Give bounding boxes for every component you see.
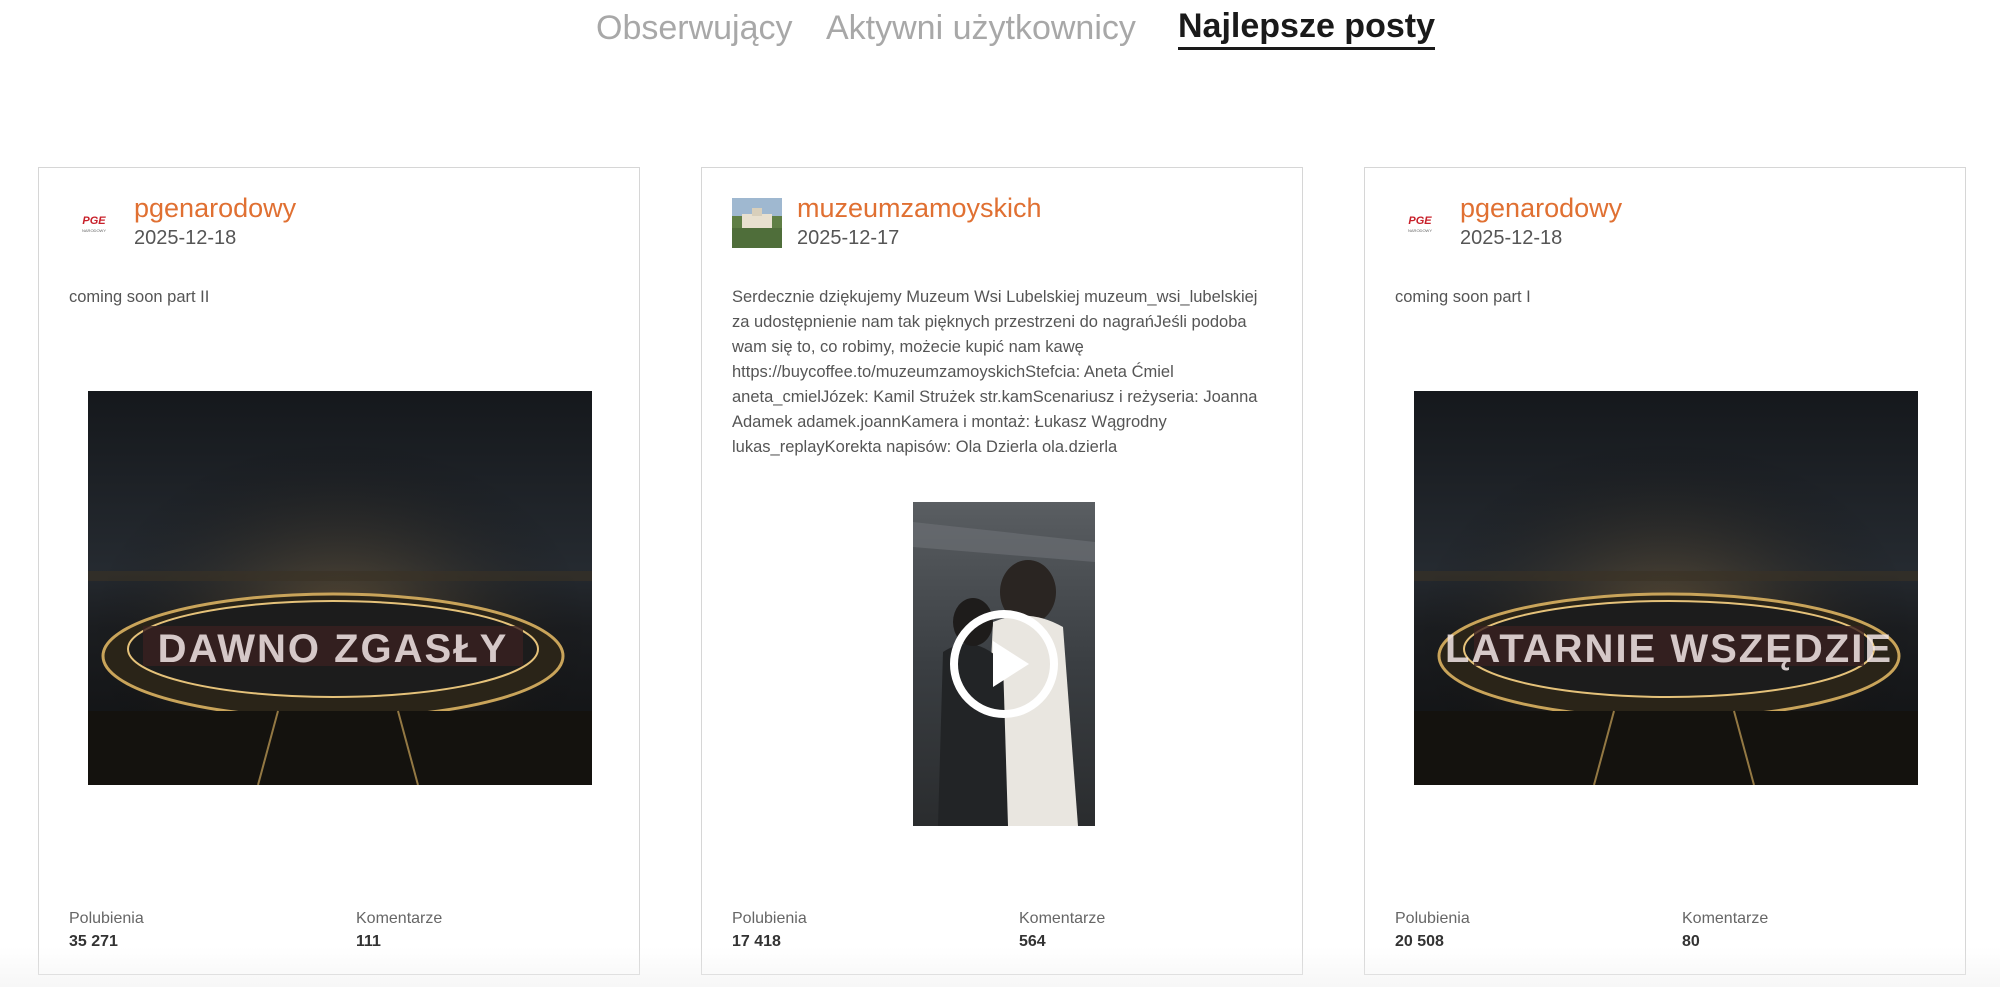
likes-label: Polubienia <box>1395 910 1470 927</box>
play-icon <box>950 610 1058 718</box>
comments-stat: Komentarze 111 <box>356 908 442 954</box>
post-author[interactable]: pgenarodowy <box>134 192 296 224</box>
svg-text:DAWNO ZGASŁY: DAWNO ZGASŁY <box>158 627 509 671</box>
post-date: 2025-12-17 <box>797 227 900 249</box>
play-button[interactable] <box>949 609 1059 719</box>
tab-active-users[interactable]: Aktywni użytkownicy <box>826 6 1136 50</box>
tab-top-posts[interactable]: Najlepsze posty <box>1178 6 1435 50</box>
comments-count: 80 <box>1682 933 1700 950</box>
svg-text:PGE: PGE <box>82 215 106 227</box>
likes-stat: Polubienia 17 418 <box>732 908 807 954</box>
comments-label: Komentarze <box>1682 910 1769 927</box>
tab-following[interactable]: Obserwujący <box>596 6 793 50</box>
svg-text:NARODOWY: NARODOWY <box>82 228 106 233</box>
comments-label: Komentarze <box>1019 910 1106 927</box>
post-card[interactable]: PGE NARODOWY pgenarodowy 2025-12-18 comi… <box>1364 167 1966 975</box>
likes-label: Polubienia <box>69 910 144 927</box>
post-card[interactable]: muzeumzamoyskich 2025-12-17 Serdecznie d… <box>701 167 1303 975</box>
comments-count: 111 <box>356 933 381 950</box>
svg-text:NARODOWY: NARODOWY <box>1408 228 1432 233</box>
likes-label: Polubienia <box>732 910 807 927</box>
post-description: coming soon part II <box>69 288 210 306</box>
comments-count: 564 <box>1019 933 1046 950</box>
likes-stat: Polubienia 35 271 <box>69 908 144 954</box>
comments-label: Komentarze <box>356 910 443 927</box>
post-description: Serdecznie dziękujemy Muzeum Wsi Lubelsk… <box>732 288 1258 456</box>
tab-bar: Obserwujący Aktywni użytkownicy Najlepsz… <box>0 6 2000 56</box>
post-video[interactable] <box>913 502 1095 826</box>
avatar[interactable]: PGE NARODOWY <box>69 198 119 248</box>
svg-text:LATARNIE WSZĘDZIE: LATARNIE WSZĘDZIE <box>1445 627 1893 671</box>
likes-count: 35 271 <box>69 933 118 950</box>
post-image[interactable]: DAWNO ZGASŁY <box>88 391 592 785</box>
likes-count: 20 508 <box>1395 933 1444 950</box>
likes-count: 17 418 <box>732 933 781 950</box>
comments-stat: Komentarze 564 <box>1019 908 1105 954</box>
svg-text:PGE: PGE <box>1408 215 1432 227</box>
post-author[interactable]: pgenarodowy <box>1460 192 1622 224</box>
comments-stat: Komentarze 80 <box>1682 908 1768 954</box>
avatar[interactable] <box>732 198 782 248</box>
post-card[interactable]: PGE NARODOWY pgenarodowy 2025-12-18 comi… <box>38 167 640 975</box>
avatar[interactable]: PGE NARODOWY <box>1395 198 1445 248</box>
likes-stat: Polubienia 20 508 <box>1395 908 1470 954</box>
post-description: coming soon part I <box>1395 288 1531 306</box>
post-author[interactable]: muzeumzamoyskich <box>797 192 1042 224</box>
post-image[interactable]: LATARNIE WSZĘDZIE <box>1414 391 1918 785</box>
post-date: 2025-12-18 <box>1460 227 1563 249</box>
post-date: 2025-12-18 <box>134 227 237 249</box>
